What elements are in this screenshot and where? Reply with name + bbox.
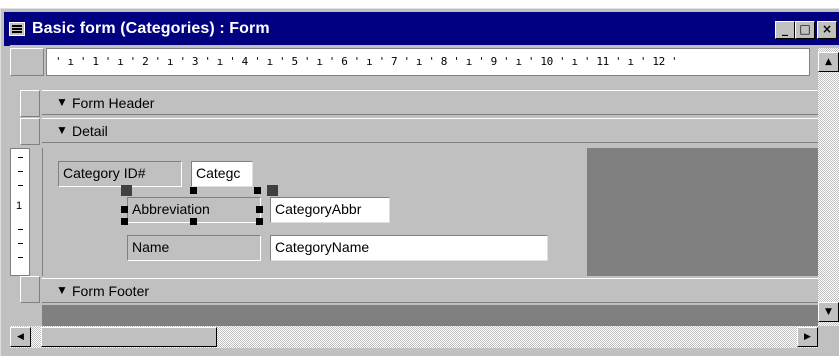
- resize-handle[interactable]: [190, 187, 197, 194]
- resize-handle[interactable]: [121, 206, 128, 213]
- close-button[interactable]: ×: [817, 21, 837, 39]
- form-header-label: Form Header: [72, 95, 155, 111]
- resize-handle[interactable]: [256, 206, 263, 213]
- ruler-tick: [18, 185, 23, 186]
- section-marker-icon: ▼: [56, 123, 68, 137]
- detail-bar[interactable]: ▼ Detail: [42, 118, 818, 143]
- horizontal-ruler[interactable]: ' ı ' 1 ' ı ' 2 ' ı ' 3 ' ı ' 4 ' ı ' 5 …: [46, 48, 810, 76]
- horizontal-scrollbar[interactable]: ◀ ▶: [10, 326, 818, 348]
- horizontal-scroll-thumb[interactable]: [41, 327, 217, 347]
- ruler-tick: [18, 257, 23, 258]
- detail-unused-area: [587, 148, 818, 276]
- minimize-button[interactable]: _: [775, 21, 795, 39]
- section-marker-icon: ▼: [56, 283, 68, 297]
- ruler-tick: [18, 229, 23, 230]
- vertical-scrollbar[interactable]: ▲ ▼: [818, 48, 839, 326]
- header-section-selector[interactable]: [20, 90, 40, 117]
- category-id-textbox[interactable]: Categc: [191, 161, 253, 187]
- resize-handle[interactable]: [190, 218, 197, 225]
- resize-handle[interactable]: [254, 187, 261, 194]
- vertical-ruler[interactable]: 1: [10, 148, 30, 276]
- ruler-tick: [18, 171, 23, 172]
- move-handle[interactable]: [267, 185, 278, 196]
- resize-handle[interactable]: [256, 218, 263, 225]
- move-handle[interactable]: [121, 185, 132, 196]
- detail-section-selector[interactable]: [20, 118, 40, 145]
- ruler-tick: [18, 157, 23, 158]
- resize-handle[interactable]: [121, 218, 128, 225]
- name-textbox[interactable]: CategoryName: [270, 235, 548, 261]
- scroll-right-button[interactable]: ▶: [797, 327, 818, 347]
- window-title: Basic form (Categories) : Form: [32, 20, 270, 37]
- category-id-label[interactable]: Category ID#: [58, 161, 182, 187]
- abbreviation-textbox[interactable]: CategoryAbbr: [270, 197, 390, 223]
- name-label[interactable]: Name: [127, 235, 261, 261]
- title-bar[interactable]: Basic form (Categories) : Form _ □ ×: [4, 12, 839, 46]
- footer-unused-area: [42, 305, 818, 327]
- scroll-up-button[interactable]: ▲: [818, 52, 839, 72]
- form-footer-bar[interactable]: ▼ Form Footer: [42, 278, 818, 303]
- detail-label: Detail: [72, 123, 108, 139]
- form-footer-label: Form Footer: [72, 283, 150, 299]
- form-header-bar[interactable]: ▼ Form Header: [42, 90, 818, 115]
- ruler-ticks: ' ı ' 1 ' ı ' 2 ' ı ' 3 ' ı ' 4 ' ı ' 5 …: [55, 55, 678, 68]
- footer-section-selector[interactable]: [20, 276, 40, 303]
- form-icon[interactable]: [9, 22, 25, 36]
- maximize-button[interactable]: □: [795, 21, 815, 39]
- scroll-down-button[interactable]: ▼: [818, 302, 839, 322]
- scroll-left-button[interactable]: ◀: [10, 327, 31, 347]
- ruler-number: 1: [16, 200, 23, 212]
- form-selector[interactable]: [10, 48, 44, 76]
- section-marker-icon: ▼: [56, 95, 68, 109]
- ruler-tick: [18, 243, 23, 244]
